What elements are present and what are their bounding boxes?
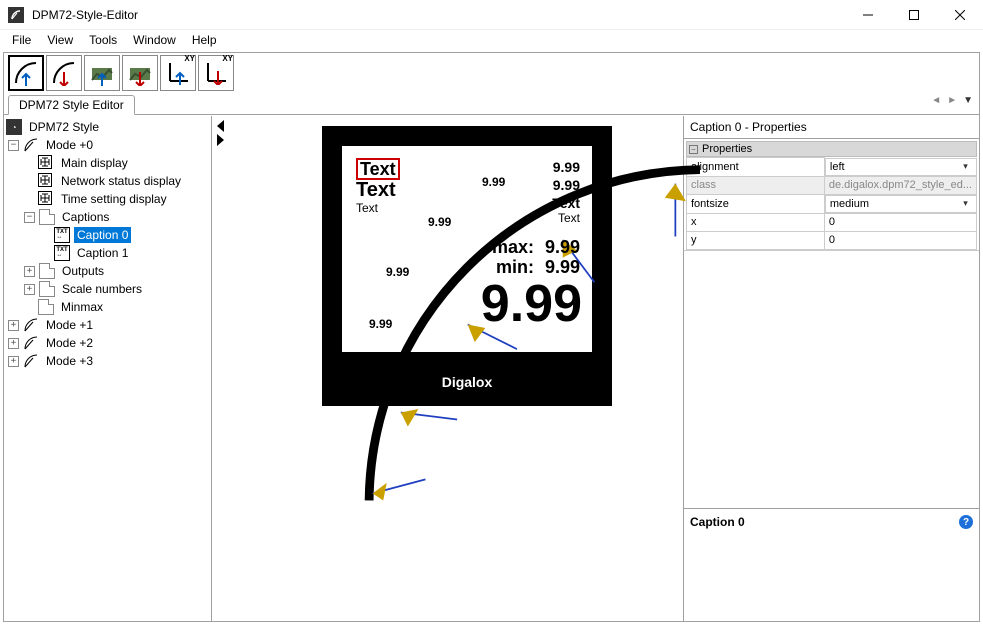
tree-mode1[interactable]: +Mode +1 <box>4 316 211 334</box>
content-frame: XY XY DPM72 Style Editor ◄ ► ▼ ◔DPM72 St… <box>3 52 980 622</box>
page-icon <box>38 299 54 315</box>
tree-captions[interactable]: −Captions <box>4 208 211 226</box>
dropdown-icon[interactable]: ▾ <box>960 198 972 209</box>
mode-icon <box>23 335 39 351</box>
collapse-icon[interactable]: − <box>8 140 19 151</box>
tool-gauge-2[interactable] <box>46 55 82 91</box>
menu-window[interactable]: Window <box>125 31 184 49</box>
preview-min-label: min: <box>496 258 534 276</box>
tree-mode0[interactable]: −Mode +0 <box>4 136 211 154</box>
text-icon: TXT↔ <box>54 245 70 261</box>
tree-main-display[interactable]: Main display <box>4 154 211 172</box>
tab-menu-icon[interactable]: ▼ <box>963 95 973 106</box>
tree-root[interactable]: ◔DPM72 Style <box>4 118 211 136</box>
preview-text3: Text <box>356 202 378 214</box>
properties-title: Caption 0 - Properties <box>684 116 979 139</box>
triangle-left-icon <box>217 120 224 132</box>
preview-r999b: 9.99 <box>553 178 580 192</box>
preview-tick2b: 9.99 <box>386 266 409 278</box>
preview-rt1: Text <box>552 196 580 210</box>
preview-max-label: max: <box>492 238 534 256</box>
preview-pane: Text Text Text 9.99 9.99 Text Text max: … <box>228 116 683 621</box>
preview-max-value: 9.99 <box>545 238 580 256</box>
preview-rt2: Text <box>558 212 580 224</box>
tree-network-status[interactable]: Network status display <box>4 172 211 190</box>
tool-xy-down[interactable]: XY <box>198 55 234 91</box>
expand-icon[interactable]: + <box>8 320 19 331</box>
tab-prev-icon[interactable]: ◄ <box>931 95 941 106</box>
gauge-style-icon: ◔ <box>6 119 22 135</box>
splitter[interactable] <box>212 116 228 621</box>
minimize-button[interactable] <box>845 0 891 30</box>
text-icon: TXT↔ <box>54 227 70 243</box>
display-icon <box>38 155 54 171</box>
tree-minmax[interactable]: Minmax <box>4 298 211 316</box>
mode-icon <box>23 317 39 333</box>
toolbar: XY XY <box>4 53 979 93</box>
expand-icon[interactable]: + <box>8 356 19 367</box>
menu-help[interactable]: Help <box>184 31 225 49</box>
object-tree[interactable]: ◔DPM72 Style −Mode +0 Main display Netwo… <box>4 116 211 372</box>
preview-tick3: 9.99 <box>369 318 392 330</box>
gauge-preview[interactable]: Text Text Text 9.99 9.99 Text Text max: … <box>322 126 612 406</box>
tree-pane: ◔DPM72 Style −Mode +0 Main display Netwo… <box>4 116 212 621</box>
caption0-marker[interactable]: Text <box>356 158 400 180</box>
maximize-button[interactable] <box>891 0 937 30</box>
tree-mode2[interactable]: +Mode +2 <box>4 334 211 352</box>
collapse-icon[interactable]: − <box>24 212 35 223</box>
expand-icon[interactable]: + <box>24 284 35 295</box>
preview-tick1: 9.99 <box>482 176 505 188</box>
preview-min-value: 9.99 <box>545 258 580 276</box>
expand-icon[interactable]: + <box>8 338 19 349</box>
tree-outputs[interactable]: +Outputs <box>4 262 211 280</box>
tool-gauge-3[interactable] <box>84 55 120 91</box>
titlebar: DPM72-Style-Editor <box>0 0 983 30</box>
menu-file[interactable]: File <box>4 31 39 49</box>
preview-main-value: 9.99 <box>481 278 582 330</box>
expand-icon[interactable]: + <box>24 266 35 277</box>
tree-mode3[interactable]: +Mode +3 <box>4 352 211 370</box>
page-icon <box>39 263 55 279</box>
display-icon <box>38 173 54 189</box>
tool-xy-up[interactable]: XY <box>160 55 196 91</box>
tab-next-icon[interactable]: ► <box>947 95 957 106</box>
triangle-right-icon <box>217 134 224 146</box>
menu-view[interactable]: View <box>39 31 81 49</box>
mode-icon <box>23 353 39 369</box>
tool-gauge-4[interactable] <box>122 55 158 91</box>
close-button[interactable] <box>937 0 983 30</box>
display-icon <box>38 191 54 207</box>
tree-time-setting[interactable]: Time setting display <box>4 190 211 208</box>
tab-style-editor[interactable]: DPM72 Style Editor <box>8 95 135 115</box>
menubar: File View Tools Window Help <box>0 30 983 50</box>
window-title: DPM72-Style-Editor <box>32 8 845 22</box>
tree-caption1[interactable]: TXT↔Caption 1 <box>4 244 211 262</box>
tree-caption0[interactable]: TXT↔Caption 0 <box>4 226 211 244</box>
tree-scale-numbers[interactable]: +Scale numbers <box>4 280 211 298</box>
dropdown-icon[interactable]: ▾ <box>960 161 972 172</box>
mode-icon <box>23 137 39 153</box>
brand-label: Digalox <box>322 374 612 390</box>
menu-tools[interactable]: Tools <box>81 31 125 49</box>
tool-gauge-1[interactable] <box>8 55 44 91</box>
page-icon <box>39 209 55 225</box>
tab-nav: ◄ ► ▼ <box>931 95 973 106</box>
preview-r999a: 9.99 <box>553 160 580 174</box>
preview-text2: Text <box>356 180 396 200</box>
help-icon[interactable]: ? <box>959 515 973 529</box>
app-icon <box>8 7 24 23</box>
preview-tick2: 9.99 <box>428 216 451 228</box>
tabstrip: DPM72 Style Editor ◄ ► ▼ <box>4 93 979 115</box>
page-icon <box>39 281 55 297</box>
